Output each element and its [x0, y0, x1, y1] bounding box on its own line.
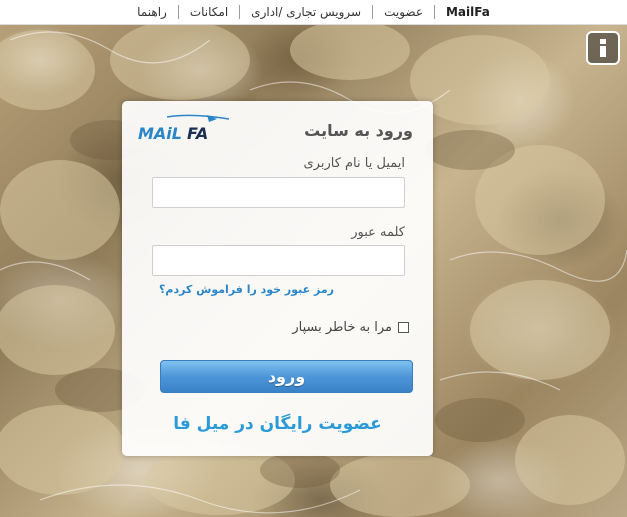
password-label: کلمه عبور	[351, 225, 405, 240]
nav-item-mailfa[interactable]: MailFa	[433, 5, 501, 19]
free-signup-link[interactable]: عضویت رایگان در میل فا	[122, 414, 433, 434]
nav-item-features[interactable]: امکانات	[177, 5, 239, 19]
forgot-password-link[interactable]: رمز عبور خود را فراموش کردم؟	[159, 283, 334, 296]
svg-text:MAiL: MAiL	[138, 124, 182, 143]
login-button[interactable]: ورود	[160, 360, 413, 393]
info-icon	[600, 39, 606, 57]
nav-item-help[interactable]: راهنما	[126, 5, 178, 19]
info-button[interactable]	[586, 31, 620, 65]
remember-me-checkbox[interactable]	[398, 322, 409, 333]
login-title: ورود به سایت	[304, 121, 413, 140]
username-label: ایمیل یا نام کاربری	[303, 156, 405, 171]
top-navigation-bar: MailFa عضویت سرویس تجاری /اداری امکانات …	[0, 0, 627, 25]
remember-me-label: مرا به خاطر بسپار	[292, 320, 392, 335]
nav-item-business-service[interactable]: سرویس تجاری /اداری	[239, 5, 372, 19]
password-input[interactable]	[152, 245, 405, 276]
mailfa-logo: MAiL FA	[138, 114, 230, 143]
username-input[interactable]	[152, 177, 405, 208]
nav-item-signup[interactable]: عضویت	[372, 5, 434, 19]
svg-text:FA: FA	[187, 124, 208, 143]
remember-me-control[interactable]: مرا به خاطر بسپار	[292, 320, 409, 335]
login-card: ورود به سایت MAiL FA ایمیل یا نام کاربری…	[122, 101, 433, 456]
